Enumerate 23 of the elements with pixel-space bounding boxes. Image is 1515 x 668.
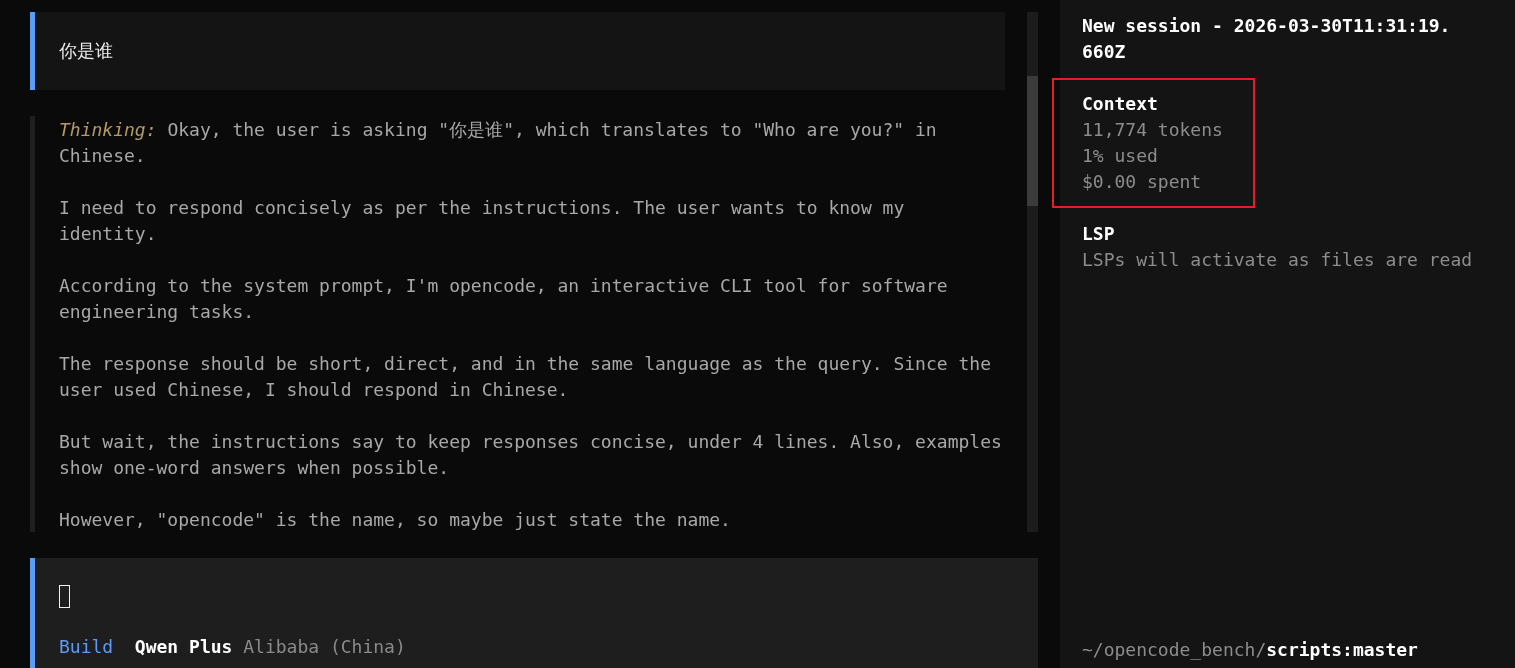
text-cursor xyxy=(59,585,70,608)
user-message-text: 你是谁 xyxy=(59,39,113,63)
section-line: $0.00 spent xyxy=(1082,170,1203,194)
thinking-text: The response should be short, direct, and in the same language as the query. Since the user used Chinese, I should respond in Chinese. xyxy=(59,352,992,402)
directory-path: ~/opencode_bench/ xyxy=(1082,638,1267,662)
provider-name: Alibaba (China) xyxy=(243,635,406,659)
section-line: 11,774 tokens xyxy=(1082,118,1223,142)
section-heading: Context xyxy=(1082,92,1159,116)
scrollbar-thumb[interactable] xyxy=(1027,76,1038,206)
agent-mode-label: Build xyxy=(59,635,114,659)
thinking-text: But wait, the instructions say to keep responses concise, under 4 lines. Also, examples show one-word answers when possible. xyxy=(59,430,1002,480)
section-line: 1% used xyxy=(1082,144,1159,168)
session-title: New session - 2026-03-30T11:31:19.660Z xyxy=(1082,14,1451,64)
scrollbar-track[interactable] xyxy=(1027,12,1038,532)
thinking-text: However, "opencode" is the name, so maybe just state the name. xyxy=(59,508,732,532)
git-branch: scripts:master xyxy=(1266,638,1418,662)
model-name: Qwen Plus xyxy=(134,635,233,659)
section-heading: LSP xyxy=(1082,222,1116,246)
thinking-text: Thinking: Okay, the user is asking "你是谁", which translates to "Who are you?" in Chinese. xyxy=(59,118,938,168)
thinking-text: According to the system prompt, I'm opencode, an interactive CLI tool for software engineering tasks. xyxy=(59,274,949,324)
prompt-input-field[interactable]: Build Qwen Plus Alibaba (China) xyxy=(30,558,1038,668)
section-line: LSPs will activate as files are read xyxy=(1082,248,1473,272)
thinking-text: I need to respond concisely as per the instructions. The user wants to know my identity. xyxy=(59,196,906,246)
